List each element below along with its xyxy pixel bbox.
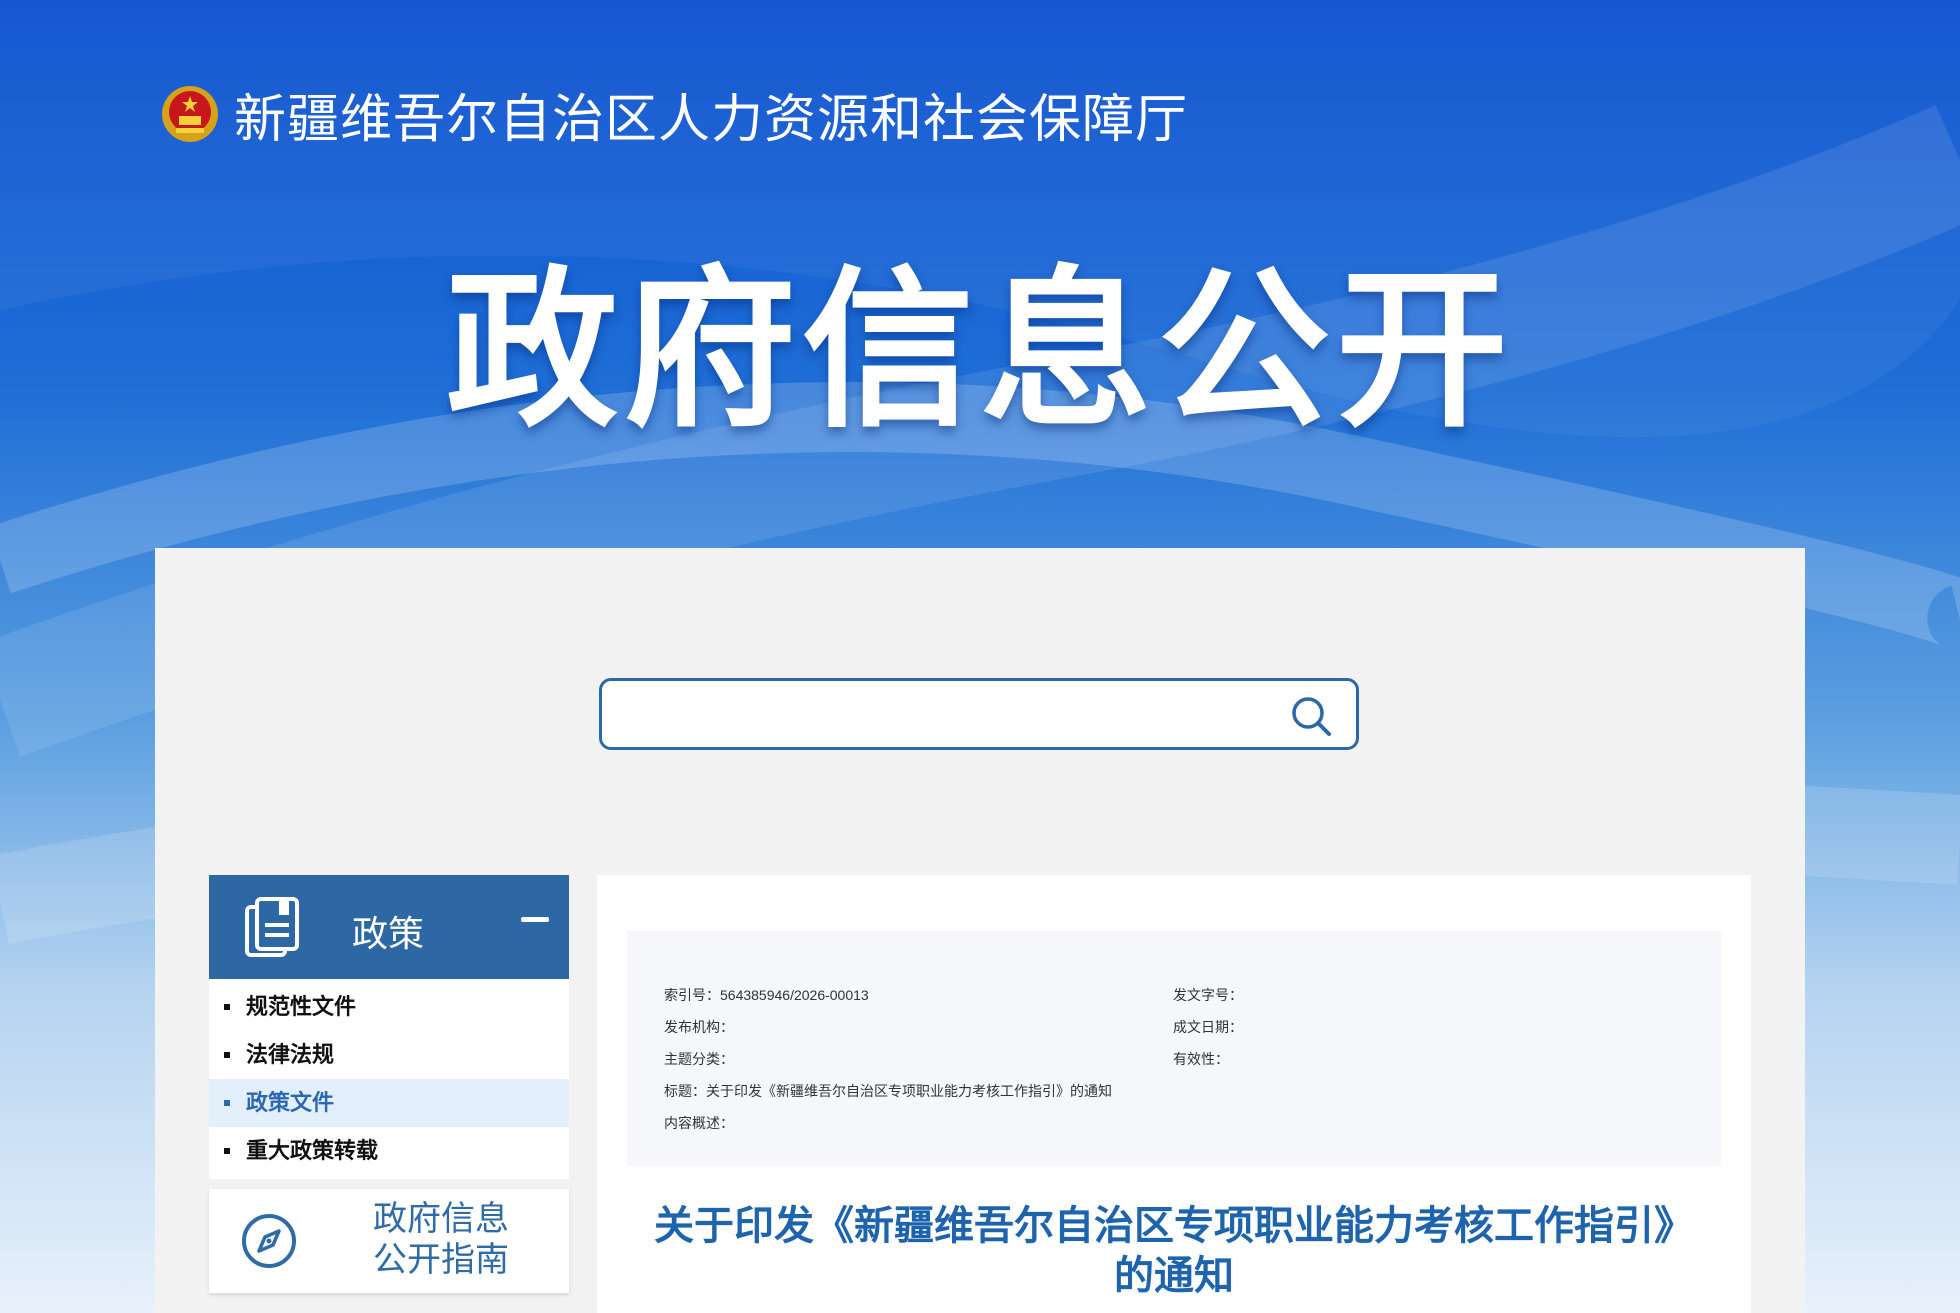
sidebar-item-major-policy-reprint[interactable]: 重大政策转载 bbox=[209, 1127, 569, 1175]
guide-label: 政府信息 公开指南 bbox=[341, 1199, 541, 1281]
main-panel: 政策 规范性文件 法律法规 政策文件 重大政策转载 政府信息 公开指南 索引号：… bbox=[155, 548, 1805, 1313]
meta-index-no: 索引号：564385946/2026-00013 bbox=[664, 987, 869, 1003]
search-icon[interactable] bbox=[1288, 693, 1334, 739]
info-disclosure-guide-link[interactable]: 政府信息 公开指南 bbox=[209, 1189, 569, 1293]
page-hero-title: 政府信息公开 bbox=[446, 250, 1514, 451]
meta-doc-no: 发文字号： bbox=[1173, 987, 1243, 1003]
document-stack-icon bbox=[245, 897, 299, 957]
sidebar-section-title: 政策 bbox=[352, 914, 425, 955]
meta-validity: 有效性： bbox=[1173, 1051, 1229, 1067]
document-title: 关于印发《新疆维吾尔自治区专项职业能力考核工作指引》 的通知 bbox=[597, 1201, 1751, 1301]
meta-publisher: 发布机构： bbox=[664, 1019, 734, 1035]
site-header: 新疆维吾尔自治区人力资源和社会保障厅 bbox=[160, 78, 1188, 150]
document-title-line1: 关于印发《新疆维吾尔自治区专项职业能力考核工作指引》 bbox=[654, 1203, 1694, 1249]
sidebar-header[interactable]: 政策 bbox=[209, 875, 569, 979]
site-name[interactable]: 新疆维吾尔自治区人力资源和社会保障厅 bbox=[234, 77, 1188, 152]
sidebar: 政策 规范性文件 法律法规 政策文件 重大政策转载 政府信息 公开指南 bbox=[209, 875, 569, 1293]
sidebar-item-policy-docs[interactable]: 政策文件 bbox=[209, 1079, 569, 1127]
compass-icon bbox=[242, 1214, 296, 1268]
document-title-line2: 的通知 bbox=[1114, 1253, 1234, 1299]
sidebar-item-normative-docs[interactable]: 规范性文件 bbox=[209, 983, 569, 1031]
national-emblem-icon bbox=[162, 86, 218, 142]
minus-icon[interactable] bbox=[521, 917, 549, 922]
meta-summary: 内容概述： bbox=[664, 1115, 734, 1131]
guide-label-line2: 公开指南 bbox=[373, 1240, 509, 1280]
meta-date: 成文日期： bbox=[1173, 1019, 1243, 1035]
meta-title: 标题：关于印发《新疆维吾尔自治区专项职业能力考核工作指引》的通知 bbox=[664, 1083, 1112, 1099]
guide-label-line1: 政府信息 bbox=[373, 1199, 509, 1239]
sidebar-item-laws[interactable]: 法律法规 bbox=[209, 1031, 569, 1079]
document-content: 索引号：564385946/2026-00013 发文字号： 发布机构： 成文日… bbox=[597, 875, 1751, 1313]
search-bar bbox=[599, 678, 1359, 750]
search-input[interactable] bbox=[622, 691, 1266, 739]
sidebar-menu: 规范性文件 法律法规 政策文件 重大政策转载 bbox=[209, 979, 569, 1179]
meta-category: 主题分类： bbox=[664, 1051, 734, 1067]
document-metadata: 索引号：564385946/2026-00013 发文字号： 发布机构： 成文日… bbox=[627, 931, 1721, 1166]
